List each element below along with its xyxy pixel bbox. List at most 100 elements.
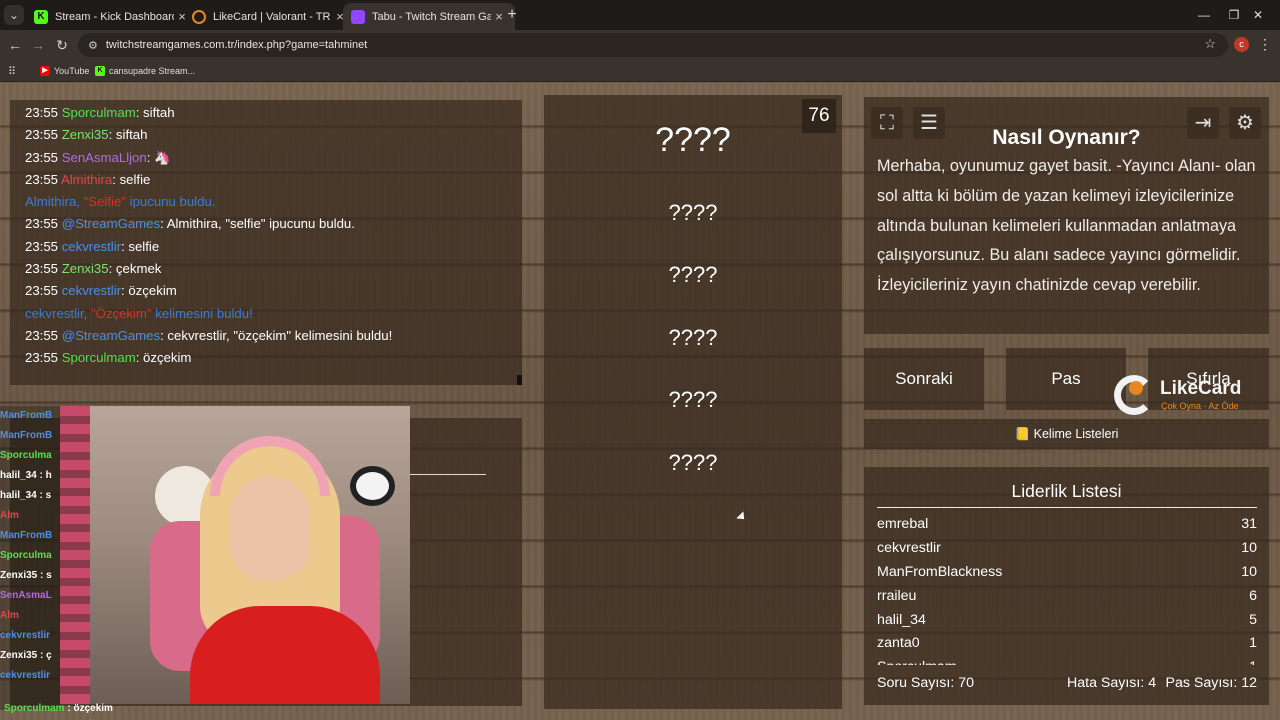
overlay-message: : özçekim xyxy=(64,703,113,714)
url-text: twitchstreamgames.com.tr/index.php?game=… xyxy=(105,39,368,51)
word-lists-button[interactable]: 📒 Kelime Listeleri xyxy=(864,419,1269,449)
webcam-feed xyxy=(60,406,410,704)
leaderboard-row: halil_34 5 xyxy=(877,609,1257,633)
error-count: Hata Sayısı: 4 xyxy=(1067,675,1157,691)
tab-tabu[interactable]: Tabu - Twitch Stream Games × xyxy=(343,3,515,30)
hint-word-2: ???? xyxy=(668,262,718,287)
chat-message: 23:55 Sporculmam: siftah xyxy=(25,102,507,124)
bookmark-youtube[interactable]: ▶ YouTube xyxy=(40,63,89,79)
chat-lines: 23:55 Sporculmam: siftah 23:55 Zenxi35: s… xyxy=(25,102,507,370)
overlay-chat-line: ManFromB xyxy=(0,530,53,541)
chat-username[interactable]: Almithira xyxy=(61,172,112,187)
overlay-chat-line: Zenxi35 : s xyxy=(0,570,52,581)
bookmark-star-icon[interactable]: ☆ xyxy=(1204,36,1216,52)
tab-strip: ⌄ K Stream - Kick Dashboard × LikeCard |… xyxy=(0,0,1280,30)
chat-time: 23:55 xyxy=(25,171,59,187)
forward-button[interactable]: → xyxy=(27,35,49,55)
overlay-chat-line: Zenxi35 : ç xyxy=(0,650,52,661)
leaderboard-row: cekvrestlir 10 xyxy=(877,537,1257,561)
overlay-chat-line: Alm xyxy=(0,510,19,521)
pass-button[interactable]: Pas xyxy=(1006,348,1126,410)
chat-username[interactable]: @StreamGames xyxy=(62,328,160,343)
overlay-chat-line: cekvrestlir xyxy=(0,670,51,681)
divider xyxy=(410,474,486,475)
leaderboard-row: ManFromBlackness 10 xyxy=(877,561,1257,585)
kick-icon: K xyxy=(34,9,48,24)
likecard-logo: LikeCard Çok Oyna · Az Öde xyxy=(1114,375,1254,415)
chat-text: : Almithira, "selfie" ipucunu buldu. xyxy=(160,216,355,232)
browser-menu-icon[interactable]: ⋮ xyxy=(1258,36,1272,53)
player-score: 1 xyxy=(1249,635,1257,652)
kick-icon: K xyxy=(95,66,105,76)
chat-text: : siftah xyxy=(135,105,175,120)
chat-time: 23:55 xyxy=(25,261,59,277)
chat-username[interactable]: @StreamGames xyxy=(62,216,160,231)
chat-message: cekvrestlir, "Özçekim" kelimesini buldu! xyxy=(25,303,507,325)
overlay-chat-line: Alm xyxy=(0,610,19,621)
new-tab-button[interactable]: + xyxy=(502,5,522,25)
player-name: halil_34 xyxy=(877,611,926,628)
leaderboard-row: Sporculmam 1 xyxy=(877,656,1257,665)
next-button[interactable]: Sonraki xyxy=(864,348,984,410)
hint-word-4: ???? xyxy=(668,387,718,412)
chat-username[interactable]: cekvrestlir xyxy=(62,239,121,254)
chat-username[interactable]: Sporculmam xyxy=(62,105,136,120)
chat-message: 23:55 cekvrestlir: selfie xyxy=(25,236,507,258)
tab-title: LikeCard | Valorant - TR xyxy=(213,10,331,23)
system-post: ipucunu buldu. xyxy=(125,194,216,210)
chat-time: 23:55 xyxy=(25,327,59,343)
chat-time: 23:55 xyxy=(25,149,59,165)
leaderboard-row: emrebal 31 xyxy=(877,513,1257,537)
chat-username[interactable]: Zenxi35 xyxy=(62,261,109,276)
likecard-dot xyxy=(1129,381,1143,395)
tab-kick-dashboard[interactable]: K Stream - Kick Dashboard × xyxy=(26,3,198,30)
chat-message: 23:55 @StreamGames: cekvrestlir, "özçeki… xyxy=(25,325,507,347)
hint-word-5: ???? xyxy=(668,450,718,475)
overlay-mini-chat: ManFromB ManFromB Sporculma halil_34 : h hal… xyxy=(0,406,60,710)
bookmark-cansupadre[interactable]: K cansupadre Stream... xyxy=(95,63,195,79)
found-word: "Özçekim" xyxy=(90,305,152,321)
chat-username[interactable]: SenAsmaLljon xyxy=(62,150,147,165)
apps-grid-icon[interactable]: ⠿ xyxy=(8,63,16,79)
flowers-decoration xyxy=(60,406,90,704)
back-button[interactable]: ← xyxy=(4,35,26,55)
chat-username[interactable]: Zenxi35 xyxy=(62,127,109,142)
player-name: ManFromBlackness xyxy=(877,563,1003,580)
player-name: rraileu xyxy=(877,587,917,604)
overlay-chat-line: ManFromB xyxy=(0,410,53,421)
player-name: zanta0 xyxy=(877,635,920,652)
how-to-play-text: Merhaba, oyunumuz gayet basit. -Yayıncı … xyxy=(877,157,1256,295)
window-close-button[interactable]: ✕ xyxy=(1236,0,1280,30)
chat-scrollbar[interactable] xyxy=(517,375,522,385)
chat-message: 23:55 Zenxi35: çekmek xyxy=(25,258,507,280)
profile-avatar[interactable]: c xyxy=(1234,37,1249,52)
tab-likecard[interactable]: LikeCard | Valorant - TR × xyxy=(184,3,356,30)
chat-text: : selfie xyxy=(112,171,151,187)
bookmark-label: cansupadre Stream... xyxy=(109,66,196,76)
site-info-icon[interactable]: ⚙ xyxy=(88,39,98,52)
chat-username[interactable]: Sporculmam xyxy=(62,350,136,365)
leaderboard-row: zanta0 1 xyxy=(877,632,1257,656)
player-name: cekvrestlir xyxy=(877,539,941,556)
overlay-chat-line: Sporculma xyxy=(0,550,52,561)
chat-message: 23:55 SenAsmaLljon: 🦄 xyxy=(25,147,507,169)
chat-text: : özçekim xyxy=(121,283,177,299)
headset xyxy=(210,436,330,496)
panda-plush xyxy=(350,466,395,506)
system-pre: Almithira, xyxy=(25,194,84,210)
tab-title: Stream - Kick Dashboard xyxy=(55,10,174,23)
address-bar[interactable]: ⚙ twitchstreamgames.com.tr/index.php?gam… xyxy=(78,33,1228,57)
chat-username[interactable]: cekvrestlir xyxy=(62,283,121,298)
chat-message: 23:55 Zenxi35: siftah xyxy=(25,124,507,146)
chat-text: : özçekim xyxy=(135,350,192,366)
tab-search-button[interactable]: ⌄ xyxy=(4,5,24,25)
how-to-play-title: Nasıl Oynanır? xyxy=(992,126,1141,149)
chat-time: 23:55 xyxy=(25,127,59,143)
divider xyxy=(877,507,1257,508)
likecard-tagline: Çok Oyna · Az Öde xyxy=(1161,401,1239,411)
chat-text: : cekvrestlir, "özçekim" kelimesini buld… xyxy=(160,327,393,343)
streamer-shirt xyxy=(190,606,380,704)
player-name: emrebal xyxy=(877,516,929,532)
reload-button[interactable]: ↻ xyxy=(51,35,73,55)
notebook-icon: 📒 xyxy=(1014,427,1031,441)
